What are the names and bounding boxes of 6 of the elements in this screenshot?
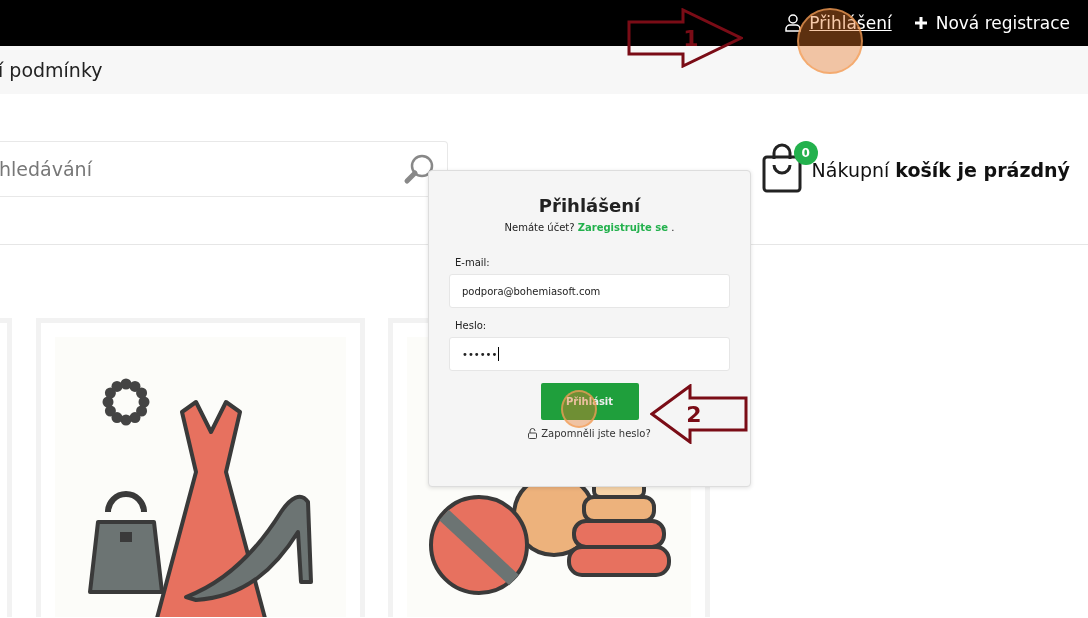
arrow-annotation: 1 [627, 8, 743, 68]
register-prompt: Nemáte účet? Zaregistrujte se . [503, 222, 676, 233]
email-label: E-mail: [455, 257, 491, 268]
dialog-title: Přihlášení [537, 195, 642, 216]
password-label: Heslo: [455, 320, 488, 331]
arrow-annotation: 2 [650, 384, 748, 444]
